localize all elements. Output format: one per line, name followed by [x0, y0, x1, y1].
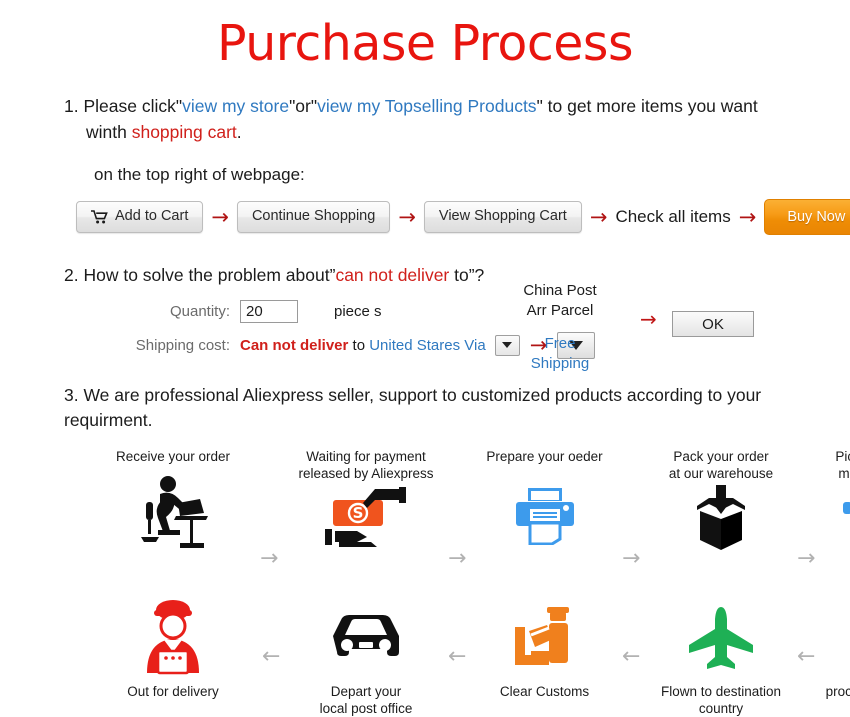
shipping-to-text: to: [348, 336, 370, 354]
flow-step-waiting-payment: Waiting for payment released by Aliexpre…: [286, 448, 446, 557]
view-topselling-products-link[interactable]: view my Topselling Products: [317, 96, 537, 116]
flow-step-prepare-order: Prepare your oeder: [472, 448, 617, 553]
shipping-country: United Stares Via: [369, 336, 486, 354]
step-1-text: 1. Please click"view my store"or"view my…: [64, 93, 782, 146]
flow-label-prepare-order: Prepare your oeder: [486, 448, 603, 464]
flow-arrow-left-2: ←: [448, 643, 467, 669]
flow-step-sort-facility: processed through sort facility: [809, 598, 850, 717]
view-my-store-link[interactable]: view my store: [182, 96, 289, 116]
check-all-items-text: Check all items: [615, 207, 731, 227]
flow-step-pack-order: Pack your order at our warehouse: [646, 448, 796, 557]
flow-label-clear-customs: Clear Customs: [499, 683, 590, 699]
step-1-number: 1.: [64, 95, 79, 116]
continue-shopping-button[interactable]: Continue Shopping: [236, 201, 391, 234]
step-1-text-part-5: .: [236, 122, 242, 143]
step-3-description: We are professional Aliexpress seller, s…: [64, 384, 762, 431]
flow-label-out-for-delivery: Out for delivery: [127, 683, 219, 699]
flow-label-waiting-payment: Waiting for payment released by Aliexpre…: [298, 448, 434, 481]
step-1-section: 1. Please click"view my store"or"view my…: [0, 93, 850, 236]
arrow-right-1: →: [211, 204, 229, 229]
flow-step-out-for-delivery: Out for delivery: [98, 598, 248, 700]
step-2-text-part-2: to”?: [449, 265, 485, 286]
flow-step-clear-customs: Clear Customs: [472, 598, 617, 700]
quantity-label: Quantity:: [169, 302, 230, 320]
package-box-icon: [646, 482, 796, 556]
buy-now-button[interactable]: Buy Now: [764, 199, 850, 236]
flow-label-picked-up: Picked up by mail service: [835, 448, 850, 481]
page-title: Purchase Process: [217, 15, 633, 72]
purchase-button-row: Add to Cart → Continue Shopping → View S…: [76, 199, 850, 236]
quantity-input[interactable]: [240, 299, 298, 323]
flow-step-receive-order: Receive your order: [98, 448, 248, 549]
flow-step-depart-post-office: Depart your local post office: [286, 598, 446, 717]
shopping-cart-highlight: shopping cart: [131, 122, 237, 143]
step-1-text-part-1: Please click": [83, 95, 183, 116]
view-shopping-cart-button[interactable]: View Shopping Cart: [423, 201, 582, 234]
truck-icon: [809, 482, 850, 556]
delivery-person-icon: [98, 598, 248, 678]
buy-now-label: Buy Now: [787, 209, 846, 226]
step-2-text: 2. How to solve the problem about”can no…: [64, 263, 810, 288]
ok-button[interactable]: OK: [672, 311, 754, 338]
airplane-icon: [646, 598, 796, 678]
svg-text:S: S: [353, 504, 364, 522]
shipping-cost-value: Can not deliver to United Stares Via: [240, 337, 486, 354]
flow-arrow-right-1: →: [260, 545, 279, 571]
step-2-text-part-1: How to solve the problem about”: [83, 265, 336, 286]
step-2-number: 2.: [64, 265, 79, 286]
flow-step-picked-up: Picked up by mail service: [809, 448, 850, 557]
flow-arrow-left-1: ←: [262, 643, 281, 669]
carrier-name-line-2: Arr Parcel: [526, 301, 594, 319]
step-3-text: 3. We are professional Aliexpress seller…: [64, 383, 810, 434]
arrow-right-2: →: [398, 204, 416, 229]
fulfillment-flow-diagram: Receive your order → Waiting for payment…: [64, 448, 850, 716]
flow-label-receive-order: Receive your order: [115, 448, 231, 464]
step-3-section: 3. We are professional Aliexpress seller…: [0, 383, 850, 716]
arrow-right-ok: →: [640, 307, 657, 332]
money-handoff-icon: S: [286, 482, 446, 556]
step-1-text-part-3: " to get more items you want: [536, 95, 758, 116]
arrow-right-3: →: [589, 204, 608, 229]
globe-plane-icon: [809, 598, 850, 678]
step-1-text-part-4: winth: [86, 122, 132, 143]
arrow-right-4: →: [738, 204, 757, 229]
shipping-cost-label: Shipping cost:: [135, 336, 230, 354]
flow-arrow-right-3: →: [622, 545, 641, 571]
step-1-note: on the top right of webpage:: [94, 165, 305, 185]
car-icon: [286, 598, 446, 678]
piece-label: piece s: [334, 302, 382, 320]
can-not-deliver-highlight: can not deliver: [335, 265, 450, 286]
free-shipping-label: Free Shipping: [530, 335, 590, 372]
printer-icon: [472, 479, 617, 553]
step-2-section: 2. How to solve the problem about”can no…: [0, 263, 850, 372]
view-shopping-cart-label: View Shopping Cart: [438, 208, 567, 225]
carrier-info: China Post Arr Parcel Free Shipping: [500, 281, 620, 373]
flow-arrow-right-2: →: [448, 545, 467, 571]
shopping-cart-icon: [91, 210, 108, 224]
add-to-cart-label: Add to Cart: [115, 208, 189, 225]
customs-officer-icon: [472, 598, 617, 678]
flow-label-pack-order: Pack your order at our warehouse: [668, 448, 774, 481]
carrier-name-line-1: China Post: [523, 282, 597, 300]
shipping-cannot-deliver: Can not deliver: [240, 336, 349, 354]
flow-step-flown-destination: Flown to destination country: [646, 598, 796, 717]
step-1-text-part-2: "or": [289, 95, 318, 116]
person-at-desk-icon: [98, 475, 248, 549]
continue-shopping-label: Continue Shopping: [251, 208, 376, 225]
step-3-number: 3.: [64, 384, 79, 405]
ok-button-label: OK: [702, 315, 724, 333]
flow-arrow-left-3: ←: [622, 643, 641, 669]
add-to-cart-button[interactable]: Add to Cart: [76, 201, 204, 234]
